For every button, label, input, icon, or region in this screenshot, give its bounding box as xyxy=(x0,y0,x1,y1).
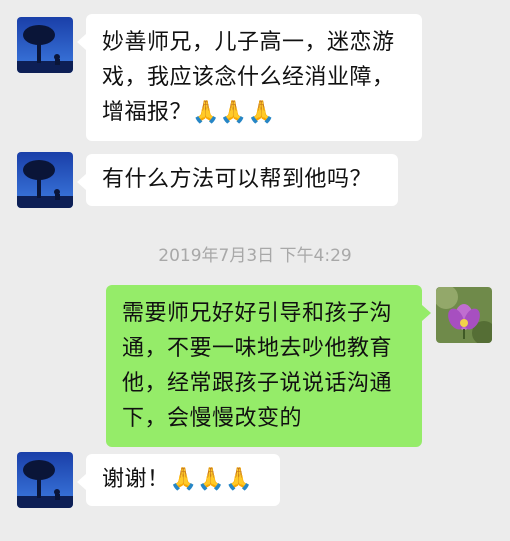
message-text: 有什么方法可以帮到他吗？ xyxy=(102,167,373,192)
tree-silhouette-icon xyxy=(17,452,73,508)
sender-avatar[interactable] xyxy=(17,452,73,508)
message-timestamp: 2019年7月3日 下午4:29 xyxy=(158,246,352,266)
message-text: 妙善师兄，儿子高一，迷恋游戏，我应该念什么经消业障，增福报？🙏🙏🙏 xyxy=(102,30,395,125)
sender-avatar[interactable] xyxy=(17,17,73,73)
message-text: 谢谢！🙏🙏🙏 xyxy=(102,467,254,492)
tree-silhouette-icon xyxy=(17,17,73,73)
message-bubble-incoming[interactable]: 谢谢！🙏🙏🙏 xyxy=(77,454,280,506)
message-bubble-outgoing[interactable]: 需要师兄好好引导和孩子沟通，不要一味地去吵他教育他，经常跟孩子说说话沟通下，会慢… xyxy=(106,285,431,447)
lotus-flower-icon xyxy=(436,287,492,343)
self-avatar[interactable] xyxy=(436,287,492,343)
sender-avatar[interactable] xyxy=(17,152,73,208)
tree-silhouette-icon xyxy=(17,152,73,208)
message-bubble-incoming[interactable]: 有什么方法可以帮到他吗？ xyxy=(77,154,398,206)
message-bubble-incoming[interactable]: 妙善师兄，儿子高一，迷恋游戏，我应该念什么经消业障，增福报？🙏🙏🙏 xyxy=(77,14,422,141)
message-text: 需要师兄好好引导和孩子沟通，不要一味地去吵他教育他，经常跟孩子说说话沟通下，会慢… xyxy=(122,301,393,431)
